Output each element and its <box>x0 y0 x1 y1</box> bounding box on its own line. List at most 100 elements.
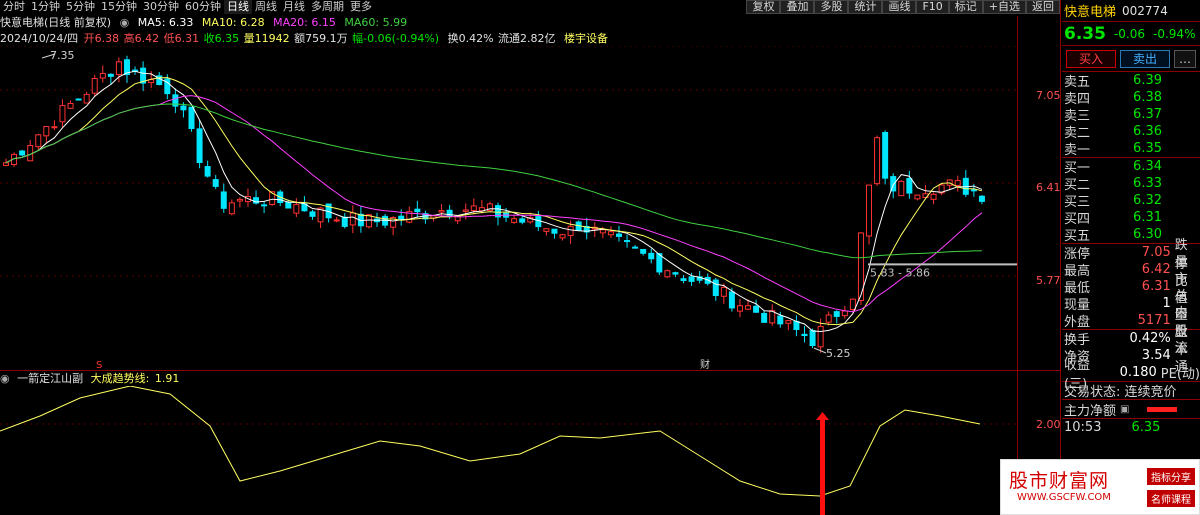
candle-body <box>59 105 66 123</box>
candle-body <box>712 279 719 296</box>
candle-body <box>761 312 768 323</box>
period-tab[interactable]: 分时 <box>0 0 28 14</box>
candle-body <box>212 179 219 187</box>
tool-button[interactable]: 返回 <box>1026 0 1060 14</box>
tool-button[interactable]: 标记 <box>948 0 983 14</box>
marker-cai[interactable]: 财 <box>700 358 710 370</box>
candle-body <box>414 208 421 213</box>
ma5-line <box>5 70 983 333</box>
book-row[interactable]: 买三 6.32 <box>1062 192 1200 210</box>
candle-body <box>35 134 42 148</box>
book-row[interactable]: 卖二 6.36 <box>1062 123 1200 141</box>
candle-body <box>293 204 300 214</box>
period-tab[interactable]: 15分钟 <box>98 0 140 14</box>
indicator-settings-icon[interactable]: ◉ <box>0 372 10 385</box>
candle-body <box>817 325 824 348</box>
candle-body <box>866 184 873 237</box>
settings-icon[interactable]: ◉ <box>120 16 130 29</box>
book-row[interactable]: 买一 6.34 <box>1062 158 1200 176</box>
trade-status: 交易状态: 连续竞价 <box>1062 382 1200 400</box>
stat-value: 5171 <box>1137 313 1171 328</box>
book-price: 6.39 <box>1133 73 1162 88</box>
candle-body <box>228 202 235 215</box>
candlestick-chart[interactable]: 5.83 - 5.86 7.35 5.25 S 财 <box>0 46 1060 370</box>
candle-body <box>720 286 727 297</box>
candle-body <box>753 305 760 313</box>
candle-body <box>99 72 106 79</box>
tool-button[interactable]: +自选 <box>982 0 1026 14</box>
book-row[interactable]: 卖五 6.39 <box>1062 72 1200 90</box>
candle-body <box>615 233 622 237</box>
quote-panel: 快意电梯 002774 6.35 -0.06 -0.94% 买入 卖出 … 卖五… <box>1062 0 1200 515</box>
price-level-label: 5.83 - 5.86 <box>870 266 930 279</box>
book-price: 6.33 <box>1133 176 1162 191</box>
date-value: 2024/10/24/四 <box>0 32 79 45</box>
book-row[interactable]: 买四 6.31 <box>1062 209 1200 227</box>
period-tab[interactable]: 更多 <box>347 0 375 14</box>
candle-body <box>809 330 816 346</box>
candle-body <box>462 209 469 212</box>
more-button[interactable]: … <box>1174 49 1197 68</box>
candle-body <box>236 198 243 202</box>
candle-body <box>801 333 808 337</box>
period-tab[interactable]: 日线 <box>224 0 252 14</box>
low-label: 5.25 <box>826 347 851 360</box>
candle-body <box>309 211 316 217</box>
bid-book: 买一 6.34 买二 6.33 买三 6.32 买四 6.31 买五 6.30 <box>1062 158 1200 244</box>
candle-body <box>640 248 647 254</box>
book-row[interactable]: 卖一 6.35 <box>1062 140 1200 158</box>
period-tab[interactable]: 5分钟 <box>63 0 98 14</box>
tool-button[interactable]: 多股 <box>814 0 849 14</box>
book-row[interactable]: 卖三 6.37 <box>1062 106 1200 124</box>
period-tab[interactable]: 多周期 <box>308 0 347 14</box>
low-label-pointer <box>813 347 827 354</box>
sell-button[interactable]: 卖出 <box>1120 49 1171 68</box>
main-flow-toggle-icon[interactable]: ▣ <box>1120 404 1129 415</box>
candle-body <box>261 204 268 207</box>
period-tab[interactable]: 1分钟 <box>28 0 63 14</box>
trend-line-name: 大成趋势线: <box>90 372 150 385</box>
quote-title: 快意电梯 002774 <box>1062 0 1200 22</box>
sector-value: 楼宇设备 <box>564 32 609 45</box>
candle-body <box>978 195 985 202</box>
candle-body <box>204 166 211 177</box>
stat-label-2: PE(动) <box>1160 367 1200 382</box>
ma20-value: MA20: 6.15 <box>273 16 336 29</box>
candle-body <box>551 228 558 234</box>
candle-body <box>793 320 800 331</box>
tool-button[interactable]: 叠加 <box>780 0 815 14</box>
period-tab[interactable]: 月线 <box>280 0 308 14</box>
book-row[interactable]: 卖四 6.38 <box>1062 89 1200 107</box>
indicator-chart[interactable] <box>0 386 1060 515</box>
tool-button[interactable]: F10 <box>916 0 949 14</box>
ma5-value: MA5: 6.33 <box>137 16 194 29</box>
tool-button[interactable]: 复权 <box>746 0 781 14</box>
candle-body <box>849 298 856 311</box>
candle-body <box>567 225 574 236</box>
watermark-tag-share: 指标分享 <box>1147 468 1195 485</box>
ma60-value: MA60: 5.99 <box>344 16 408 29</box>
candle-body <box>599 229 606 234</box>
candle-body <box>67 102 74 109</box>
tool-button[interactable]: 画线 <box>882 0 917 14</box>
candle-body <box>906 177 913 194</box>
amount-value: 额759.1万 <box>294 32 348 45</box>
buy-button[interactable]: 买入 <box>1066 49 1117 68</box>
marker-s[interactable]: S <box>96 360 102 370</box>
ask-book: 卖五 6.39 卖四 6.38 卖三 6.37 卖二 6.36 卖一 6.35 <box>1062 72 1200 158</box>
period-tab[interactable]: 60分钟 <box>182 0 224 14</box>
period-tab[interactable]: 30分钟 <box>140 0 182 14</box>
candle-body <box>688 276 695 282</box>
main-flow-label: 主力净额 <box>1064 403 1117 419</box>
book-row[interactable]: 买二 6.33 <box>1062 175 1200 193</box>
tool-button[interactable]: 统计 <box>848 0 883 14</box>
tick-time: 10:53 <box>1064 420 1102 435</box>
tick-row: 10:53 6.35 <box>1062 418 1200 436</box>
stat-value: 6.42 <box>1141 262 1171 277</box>
candle-body <box>672 272 679 275</box>
candle-body <box>220 191 227 209</box>
stat-value: 7.05 <box>1141 245 1171 260</box>
period-tab[interactable]: 周线 <box>252 0 280 14</box>
book-price: 6.31 <box>1133 210 1162 225</box>
price-change-pct: -0.94% <box>1153 26 1196 41</box>
